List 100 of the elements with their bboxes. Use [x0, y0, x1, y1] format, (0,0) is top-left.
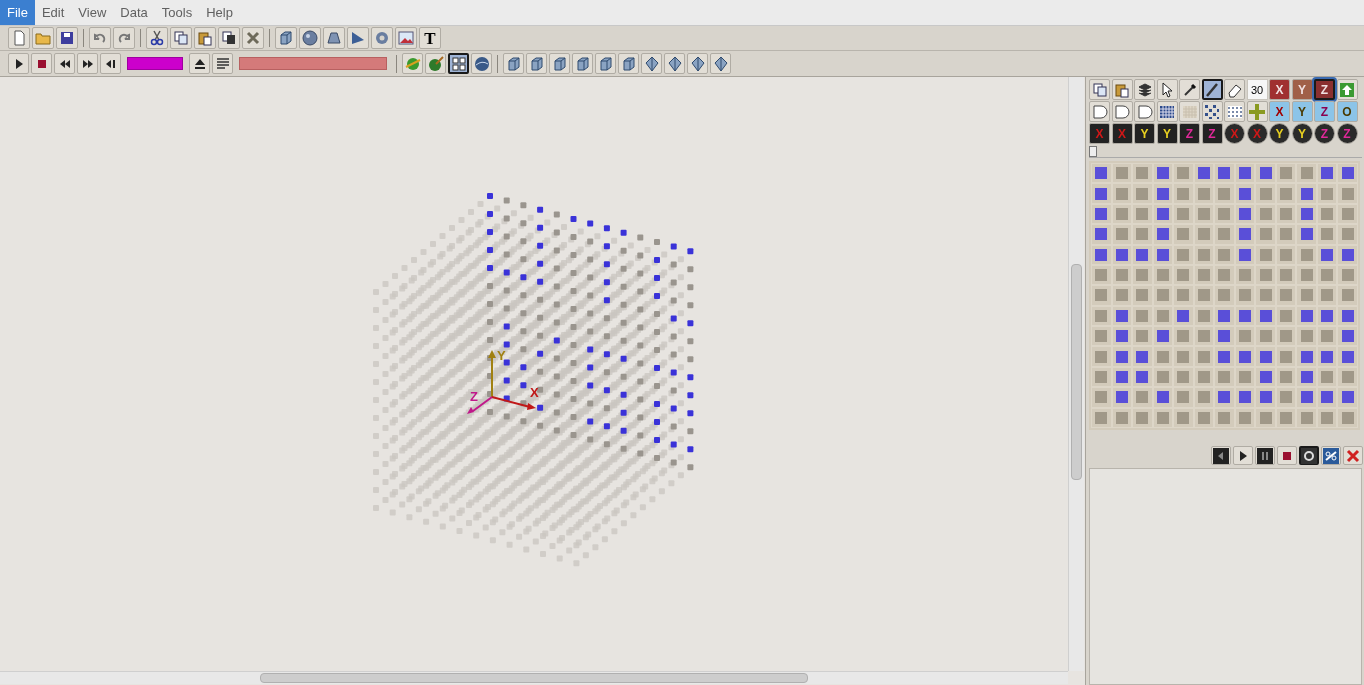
voxel-cell[interactable] [1239, 228, 1252, 241]
voxel-cell[interactable] [1300, 309, 1313, 322]
voxel-cell[interactable] [1218, 330, 1231, 343]
voxel-cell[interactable] [1321, 391, 1334, 404]
rotate-button[interactable]: Y [1291, 123, 1313, 144]
voxel-cell[interactable] [1095, 350, 1108, 363]
voxel-cell[interactable] [1115, 289, 1128, 302]
voxel-cell[interactable] [1156, 330, 1169, 343]
voxel-cell[interactable] [1115, 309, 1128, 322]
voxel-cell[interactable] [1300, 411, 1313, 424]
voxel-cell[interactable] [1300, 207, 1313, 220]
voxel-cell[interactable] [1259, 228, 1272, 241]
cube-button[interactable] [275, 27, 297, 49]
voxel-cell[interactable] [1239, 371, 1252, 384]
menu-item[interactable]: Tools [154, 0, 200, 25]
sphere-button[interactable] [299, 27, 321, 49]
voxel-cell[interactable] [1136, 391, 1149, 404]
stop-button[interactable] [31, 53, 52, 74]
shift-button[interactable]: X [1089, 123, 1110, 144]
voxel-cell[interactable] [1239, 289, 1252, 302]
menu-item[interactable]: Data [113, 0, 155, 25]
voxel-cell[interactable] [1197, 167, 1210, 180]
close-button[interactable] [1343, 446, 1363, 465]
diamond-cube-button[interactable] [664, 53, 685, 74]
voxel-cell[interactable] [1280, 309, 1293, 322]
voxel-cell[interactable] [1321, 269, 1334, 282]
voxel-cell[interactable] [1280, 248, 1293, 261]
voxel-cell[interactable] [1177, 228, 1190, 241]
voxel-cell[interactable] [1341, 228, 1354, 241]
delete-button[interactable] [242, 27, 264, 49]
text-tool-button[interactable]: T [419, 27, 441, 49]
voxel-cell[interactable] [1259, 391, 1272, 404]
voxel-cell[interactable] [1300, 330, 1313, 343]
voxel-cell[interactable] [1321, 207, 1334, 220]
layer-slider[interactable] [1089, 146, 1362, 158]
shift-button[interactable]: Y [1134, 123, 1155, 144]
voxel-cell[interactable] [1197, 350, 1210, 363]
voxel-cell[interactable] [1321, 350, 1334, 363]
voxel-cell[interactable] [1115, 330, 1128, 343]
voxel-cell[interactable] [1239, 309, 1252, 322]
previous-button[interactable] [1211, 446, 1231, 465]
dotted-grid-button[interactable] [1224, 101, 1245, 122]
voxel-cell[interactable] [1095, 371, 1108, 384]
view-cube-button[interactable] [618, 53, 639, 74]
voxel-cell[interactable] [1300, 248, 1313, 261]
grid-button[interactable] [448, 53, 469, 74]
voxel-cell[interactable] [1239, 411, 1252, 424]
voxel-cell[interactable] [1341, 371, 1354, 384]
voxel-cell[interactable] [1115, 350, 1128, 363]
voxel-cell[interactable] [1197, 411, 1210, 424]
voxel-cell[interactable] [1341, 187, 1354, 200]
planet-button[interactable] [402, 53, 423, 74]
voxel-cell[interactable] [1156, 411, 1169, 424]
voxel-cell[interactable] [1259, 371, 1272, 384]
voxel-cell[interactable] [1177, 371, 1190, 384]
voxel-cell[interactable] [1095, 269, 1108, 282]
voxel-cell[interactable] [1300, 391, 1313, 404]
voxel-cell[interactable] [1341, 289, 1354, 302]
voxel-cell[interactable] [1321, 330, 1334, 343]
voxel-cell[interactable] [1177, 248, 1190, 261]
voxel-cell[interactable] [1177, 411, 1190, 424]
voxel-cell[interactable] [1280, 330, 1293, 343]
voxel-cell[interactable] [1341, 269, 1354, 282]
view-cube-button[interactable] [503, 53, 524, 74]
stop-button[interactable] [1277, 446, 1297, 465]
ball-button[interactable] [471, 53, 492, 74]
voxel-cell[interactable] [1177, 207, 1190, 220]
voxel-cell[interactable] [1218, 391, 1231, 404]
picture-button[interactable] [395, 27, 417, 49]
voxel-cell[interactable] [1239, 187, 1252, 200]
voxel-cell[interactable] [1280, 371, 1293, 384]
voxel-cell[interactable] [1239, 350, 1252, 363]
voxel-cell[interactable] [1280, 289, 1293, 302]
voxel-cell[interactable] [1280, 269, 1293, 282]
voxel-cell[interactable] [1218, 411, 1231, 424]
voxel-cell[interactable] [1197, 391, 1210, 404]
voxel-cell[interactable] [1218, 371, 1231, 384]
checker-grid-button[interactable] [1201, 101, 1223, 122]
up-arrow-button[interactable] [1336, 79, 1358, 100]
voxel-cell[interactable] [1259, 269, 1272, 282]
voxel-cell[interactable] [1300, 187, 1313, 200]
voxel-cell[interactable] [1300, 371, 1313, 384]
voxel-cell[interactable] [1218, 187, 1231, 200]
voxel-cell[interactable] [1197, 330, 1210, 343]
pointer-button[interactable] [1156, 79, 1178, 100]
voxel-cell[interactable] [1300, 289, 1313, 302]
fast-forward-button[interactable] [77, 53, 98, 74]
voxel-cell[interactable] [1156, 248, 1169, 261]
voxel-cell[interactable] [1341, 350, 1354, 363]
rotate-button[interactable]: Z [1314, 123, 1335, 144]
voxel-cell[interactable] [1177, 350, 1190, 363]
voxel-cell[interactable] [1218, 228, 1231, 241]
voxel-cell[interactable] [1321, 228, 1334, 241]
mirror-button[interactable]: Z [1314, 101, 1335, 122]
voxel-cell[interactable] [1259, 330, 1272, 343]
voxel-cell[interactable] [1259, 248, 1272, 261]
voxel-cell[interactable] [1156, 391, 1169, 404]
voxel-cell[interactable] [1177, 167, 1190, 180]
copy-button[interactable] [1089, 79, 1110, 100]
voxel-cell[interactable] [1115, 248, 1128, 261]
